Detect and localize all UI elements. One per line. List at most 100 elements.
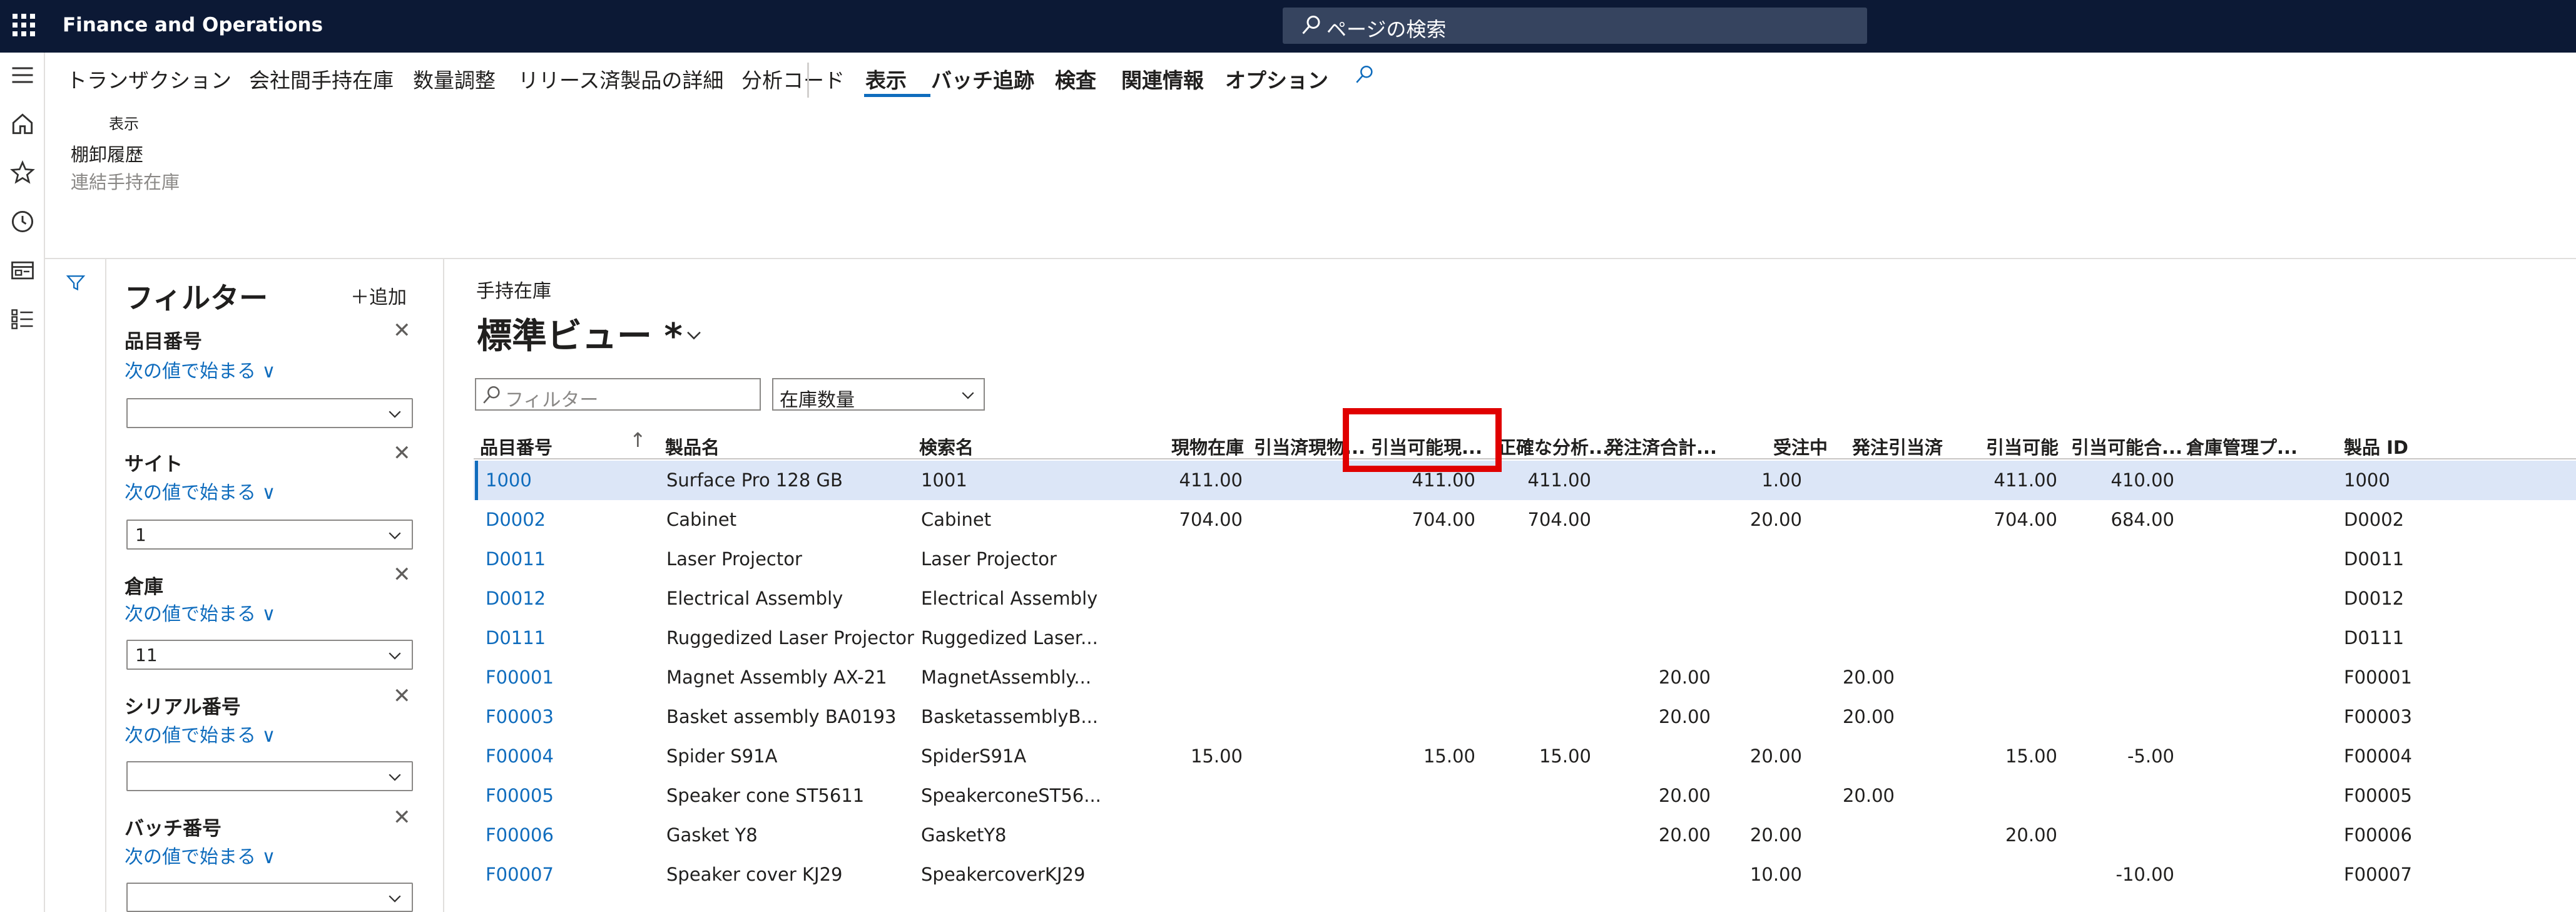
cell-on-order: 1.00 [1761,469,1802,491]
clock-icon[interactable] [9,208,36,235]
cell-item-number[interactable]: F00006 [486,824,554,846]
cell-product-name: Speaker cone ST5611 [666,785,865,806]
cell-available: 20.00 [2005,824,2057,846]
cell-item-number[interactable]: F00007 [486,864,554,885]
sort-ascending-icon[interactable]: ↑ [629,428,646,452]
filter-label-item-number: 品目番号 [125,330,202,353]
column-header-ordered-total[interactable]: 発注済合計... [1606,433,1717,459]
tab-transactions[interactable]: トランザクション [66,64,232,94]
column-header-physical-inventory[interactable]: 現物在庫 [1171,433,1244,459]
counting-history-button[interactable]: 棚卸履歴 [71,140,143,167]
cell-item-number[interactable]: D0002 [486,509,546,530]
cell-item-number[interactable]: 1000 [486,469,532,491]
star-icon[interactable] [9,159,36,187]
filter-operator-site[interactable]: 次の値で始まる ∨ [125,477,276,505]
column-header-search-name[interactable]: 検索名 [919,433,974,459]
app-title[interactable]: Finance and Operations [63,14,323,36]
column-header-total-available[interactable]: 引当可能合... [2071,433,2182,459]
cell-item-number[interactable]: F00005 [486,785,554,806]
table-row[interactable] [474,500,2576,540]
remove-filter-batch-number-icon[interactable]: ✕ [393,805,411,830]
chevron-down-icon [389,652,401,660]
grid-filter-input[interactable]: フィルター [475,378,761,411]
cell-ordered-total: 20.00 [1658,824,1711,846]
column-header-item-number[interactable]: 品目番号 [480,433,552,459]
tab-related-information[interactable]: 関連情報 [1121,64,1204,94]
remove-filter-site-icon[interactable]: ✕ [393,441,411,466]
remove-filter-serial-number-icon[interactable]: ✕ [393,684,411,709]
tab-batch-tracking[interactable]: バッチ追跡 [931,64,1034,94]
workspace-icon[interactable] [9,257,36,284]
cell-item-number[interactable]: D0011 [486,548,546,570]
tab-dimensions[interactable]: 分析コード [741,64,845,94]
quantity-type-select[interactable]: 在庫数量 [772,378,985,411]
cell-product-id: D0002 [2344,509,2405,530]
home-icon[interactable] [9,110,36,138]
page-search-input[interactable]: ページの検索 [1283,8,1867,44]
action-search-icon[interactable] [1354,64,1375,85]
column-header-ordered-reserved[interactable]: 発注引当済 [1852,433,1943,459]
cell-item-number[interactable]: F00001 [486,667,554,688]
column-header-available[interactable]: 引当可能 [1986,433,2059,459]
cell-search-name: Ruggedized Laser... [921,627,1098,648]
cell-product-id: F00001 [2344,667,2412,688]
filter-operator-warehouse[interactable]: 次の値で始まる ∨ [125,598,276,626]
filter-input-serial-number[interactable] [126,761,413,791]
cell-available: 704.00 [1993,509,2057,530]
column-header-warehouse-management[interactable]: 倉庫管理プ... [2186,433,2298,459]
cell-item-number[interactable]: D0111 [486,627,546,648]
column-header-product-id[interactable]: 製品 ID [2344,433,2408,459]
app-launcher-icon[interactable] [13,14,35,36]
cell-ordered-total: 20.00 [1658,785,1711,806]
cell-exact-dimension: 411.00 [1527,469,1591,491]
filter-operator-serial-number[interactable]: 次の値で始まる ∨ [125,720,276,747]
list-icon[interactable] [9,305,36,333]
cell-total-available: -5.00 [2127,745,2174,767]
filter-label-warehouse: 倉庫 [125,576,163,598]
filter-operator-item-number[interactable]: 次の値で始まる ∨ [125,356,276,383]
column-header-exact-dimension[interactable]: 正確な分析... [1498,433,1609,459]
grid-filter-placeholder: フィルター [505,389,599,411]
tab-display[interactable]: 表示 [865,64,907,94]
chevron-down-icon [962,392,974,399]
table-row[interactable] [474,737,2576,776]
filter-label-serial-number: シリアル番号 [125,696,241,719]
remove-filter-item-number-icon[interactable]: ✕ [393,318,411,343]
chevron-down-icon [389,774,401,781]
filter-icon[interactable] [65,272,86,293]
cell-available-physical: 704.00 [1412,509,1475,530]
cell-search-name: Laser Projector [921,548,1057,570]
cell-available-physical: 411.00 [1412,469,1475,491]
tab-inspection[interactable]: 検査 [1055,64,1096,94]
filter-input-warehouse[interactable]: 11 [126,640,413,670]
add-filter-button[interactable]: ＋追加 [350,282,407,309]
filter-input-site[interactable]: 1 [126,520,413,550]
chevron-down-icon[interactable] [683,324,705,346]
tab-intercompany-onhand[interactable]: 会社間手持在庫 [249,64,394,94]
tab-released-product-details[interactable]: リリース済製品の詳細 [518,64,723,94]
table-row[interactable] [474,816,2576,855]
tab-quantity-adjustment[interactable]: 数量調整 [413,64,496,94]
filter-operator-batch-number[interactable]: 次の値で始まる ∨ [125,841,276,869]
column-header-on-order[interactable]: 受注中 [1773,433,1828,459]
cell-search-name: BasketassemblyB... [921,706,1099,727]
filter-input-batch-number[interactable] [126,883,413,912]
cell-product-name: Basket assembly BA0193 [666,706,897,727]
cell-item-number[interactable]: F00004 [486,745,554,767]
cell-ordered-total: 20.00 [1658,706,1711,727]
consolidated-onhand-button: 連結手持在庫 [71,172,180,193]
search-icon [1302,16,1320,34]
cell-product-id: D0011 [2344,548,2405,570]
view-selector[interactable]: 標準ビュー * [477,308,683,359]
hamburger-icon[interactable] [9,61,36,89]
remove-filter-warehouse-icon[interactable]: ✕ [393,562,411,587]
cell-item-number[interactable]: F00003 [486,706,554,727]
navigation-rail [0,53,45,912]
filter-input-item-number[interactable] [126,398,413,428]
cell-item-number[interactable]: D0012 [486,588,546,609]
cell-total-available: 410.00 [2110,469,2174,491]
cell-physical-inventory: 15.00 [1190,745,1243,767]
column-header-product-name[interactable]: 製品名 [665,433,720,459]
cell-available-physical: 15.00 [1423,745,1475,767]
tab-options[interactable]: オプション [1225,64,1328,94]
